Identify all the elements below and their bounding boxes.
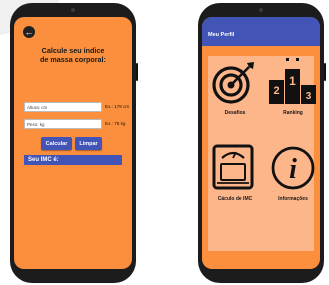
menu-label-imc: Cáculo de IMC (217, 196, 253, 202)
profile-screen: Meu Perfil Desafios 1 2 3 Ranking Cáculo… (202, 17, 320, 269)
scale-icon (212, 144, 254, 190)
front-camera (259, 8, 263, 12)
menu-label-ranking: Ranking (283, 110, 303, 116)
menu-label-desafios: Desafios (224, 110, 246, 116)
imc-screen: ← Calcule seu índice de massa corporal: … (14, 17, 132, 269)
svg-text:2: 2 (273, 85, 279, 97)
calculator-title-line2: de massa corporal: (40, 54, 106, 64)
svg-text:1: 1 (289, 74, 296, 88)
menu-item-informacoes[interactable]: i Informações (266, 142, 320, 202)
page-title: Meu Perfil (208, 32, 235, 38)
clear-button[interactable]: Limpar (75, 137, 102, 150)
height-input[interactable] (24, 102, 102, 112)
menu-item-desafios[interactable]: Desafios (208, 56, 262, 116)
weight-hint: Ex.: 78 kg (105, 121, 126, 126)
calculator-title: Calcule seu índice de massa corporal: (14, 46, 132, 64)
phone-profile: Meu Perfil Desafios 1 2 3 Ranking Cáculo… (198, 3, 326, 283)
height-hint: Ex.: 178 cm (105, 104, 130, 109)
target-icon (212, 62, 254, 104)
podium-icon: 1 2 3 (269, 58, 316, 104)
imc-result-bar: Seu IMC é: (24, 155, 122, 165)
calculate-button[interactable]: Calcular (41, 137, 72, 150)
menu-panel: Desafios 1 2 3 Ranking Cáculo de IMC i I… (208, 56, 316, 251)
weight-input[interactable] (24, 119, 102, 129)
menu-label-informacoes: Informações (278, 196, 308, 202)
side-button (324, 63, 326, 81)
menu-item-ranking[interactable]: 1 2 3 Ranking (266, 56, 320, 116)
menu-item-imc[interactable]: Cáculo de IMC (208, 142, 262, 202)
imc-result-label: Seu IMC é: (28, 157, 59, 163)
app-bar: Meu Perfil (202, 17, 320, 46)
side-button (136, 63, 138, 81)
svg-text:3: 3 (306, 91, 312, 102)
back-arrow-icon[interactable]: ← (23, 26, 35, 38)
phone-imc-calculator: ← Calcule seu índice de massa corporal: … (10, 3, 138, 283)
front-camera (71, 8, 75, 12)
svg-text:i: i (289, 154, 297, 185)
info-icon: i (271, 146, 315, 190)
